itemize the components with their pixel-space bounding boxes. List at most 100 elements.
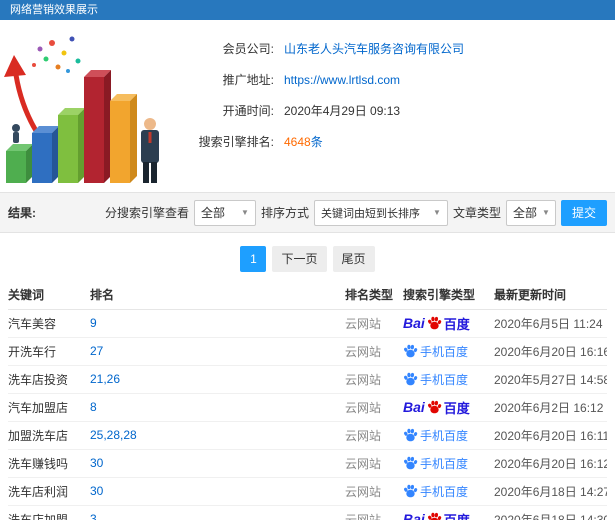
rank-cell: 27 [90,337,345,366]
rank-count-value: 4648条 [284,133,323,150]
table-header-row: 关键词 排名 排名类型 搜索引擎类型 最新更新时间 [8,281,607,310]
keyword-cell: 汽车加盟店 [8,393,90,422]
table-row: 汽车美容 9 云网站 Bai 百度 2020年6月5日 11:24 [8,309,607,338]
mobile-baidu-logo: 手机百度 [403,343,468,360]
rank-type-cell: 云网站 [345,505,403,520]
keyword-cell: 洗车店投资 [8,365,90,394]
filter-group: 分搜索引擎查看 全部 ▼ 排序方式 关键词由短到长排序 ▼ 文章类型 全部 ▼ … [104,199,607,226]
sort-select[interactable]: 关键词由短到长排序 ▼ [313,199,448,226]
rank-type-cell: 云网站 [345,393,403,422]
info-rows: 会员公司: 山东老人头汽车服务咨询有限公司 推广地址: https://www.… [178,24,615,164]
table-row: 洗车店投资 21,26 云网站 Bai 百度 [8,365,607,394]
keyword-cell: 加盟洗车店 [8,421,90,450]
company-link[interactable]: 山东老人头汽车服务咨询有限公司 [284,40,464,57]
table-row: 洗车赚钱吗 30 云网站 Bai 百度 [8,449,607,478]
company-label: 会员公司: [222,42,274,56]
mobile-baidu-paw-icon [404,344,418,358]
mobile-baidu-paw-icon [404,456,418,470]
rank-cell: 30 [90,477,345,506]
info-row-open-time: 开通时间: 2020年4月29日 09:13 [178,102,615,119]
engine-cell: Bai 百度 手机百度 [403,393,494,422]
results-table: 关键词 排名 排名类型 搜索引擎类型 最新更新时间 汽车美容 9 云网站 Bai [8,281,607,520]
rank-cell: 21,26 [90,365,345,394]
keyword-cell: 洗车店加盟 [8,505,90,520]
updated-cell: 2020年6月20日 16:11 [494,421,607,450]
submit-button[interactable]: 提交 [560,199,607,226]
updated-cell: 2020年6月18日 14:27 [494,477,607,506]
updated-cell: 2020年6月2日 16:12 [494,393,607,422]
table-row: 汽车加盟店 8 云网站 Bai 百度 2020年6月2日 16:12 [8,393,607,422]
mobile-baidu-paw-icon [404,372,418,386]
page-title: 网络营销效果展示 [10,4,98,16]
baidu-paw-icon [427,400,441,414]
mobile-baidu-logo: 手机百度 [403,455,468,472]
baidu-paw-icon [427,512,441,520]
engine-filter-value: 全部 [200,206,225,220]
engine-cell: Bai 百度 手机百度 [403,337,494,366]
updated-cell: 2020年6月20日 16:12 [494,449,607,478]
header-rank: 排名 [90,281,345,310]
sort-label: 排序方式 [260,206,309,220]
article-type-value: 全部 [512,206,537,220]
mobile-baidu-logo: 手机百度 [403,483,468,500]
rank-count-unit: 条 [310,135,323,149]
promo-url-link[interactable]: https://www.lrtlsd.com [284,73,400,87]
bar-chart-illustration-svg [4,36,159,183]
rank-count-label: 搜索引擎排名: [198,135,274,149]
rank-type-cell: 云网站 [345,477,403,506]
keyword-cell: 洗车赚钱吗 [8,449,90,478]
rank-count-number: 4648 [284,135,311,149]
baidu-logo: Bai 百度 [403,510,470,520]
baidu-paw-icon [427,316,441,330]
chevron-down-icon: ▼ [241,208,249,217]
mobile-baidu-paw-icon [404,428,418,442]
keyword-cell: 洗车店利润 [8,477,90,506]
results-table-wrap: 关键词 排名 排名类型 搜索引擎类型 最新更新时间 汽车美容 9 云网站 Bai [0,281,615,520]
bar-chart-illustration [0,24,178,188]
engine-cell: Bai 百度 手机百度 [403,505,494,520]
keyword-cell: 汽车美容 [8,309,90,338]
open-time-value: 2020年4月29日 09:13 [284,104,401,118]
header-updated: 最新更新时间 [494,281,607,310]
rank-cell: 9 [90,309,345,338]
baidu-logo: Bai 百度 [403,399,470,416]
rank-type-cell: 云网站 [345,421,403,450]
updated-cell: 2020年5月27日 14:58 [494,365,607,394]
rank-cell: 25,28,28 [90,421,345,450]
header-rank-type: 排名类型 [345,281,403,310]
next-page-button[interactable]: 下一页 [272,246,327,272]
article-type-select[interactable]: 全部 ▼ [505,199,556,226]
last-page-button[interactable]: 尾页 [332,246,375,272]
table-row: 加盟洗车店 25,28,28 云网站 Bai 百度 [8,421,607,450]
table-row: 洗车店利润 30 云网站 Bai 百度 [8,477,607,506]
info-row-url: 推广地址: https://www.lrtlsd.com [178,71,615,88]
rank-type-cell: 云网站 [345,365,403,394]
table-row: 洗车店加盟 3 云网站 Bai 百度 2020年6月18日 14:30 [8,505,607,520]
page-1-button[interactable]: 1 [240,246,267,272]
article-type-label: 文章类型 [452,206,501,220]
chevron-down-icon: ▼ [542,208,550,217]
info-row-rank-count: 搜索引擎排名: 4648条 [178,133,615,150]
promo-url-label: 推广地址: [222,73,274,87]
info-row-company: 会员公司: 山东老人头汽车服务咨询有限公司 [178,40,615,57]
table-row: 开洗车行 27 云网站 Bai 百度 [8,337,607,366]
engine-cell: Bai 百度 手机百度 [403,449,494,478]
engine-filter-label: 分搜索引擎查看 [104,206,189,220]
mobile-baidu-paw-icon [404,484,418,498]
chevron-down-icon: ▼ [433,208,441,217]
engine-cell: Bai 百度 手机百度 [403,421,494,450]
mobile-baidu-logo: 手机百度 [403,371,468,388]
rank-type-cell: 云网站 [345,449,403,478]
engine-filter-select[interactable]: 全部 ▼ [193,199,256,226]
engine-cell: Bai 百度 手机百度 [403,365,494,394]
keyword-cell: 开洗车行 [8,337,90,366]
sort-value: 关键词由短到长排序 [320,207,420,220]
results-label: 结果: [8,206,36,220]
rank-cell: 30 [90,449,345,478]
filter-bar: 结果: 分搜索引擎查看 全部 ▼ 排序方式 关键词由短到长排序 ▼ 文章类型 全… [0,192,615,233]
pagination: 1 下一页 尾页 [0,233,615,281]
account-info-section: 会员公司: 山东老人头汽车服务咨询有限公司 推广地址: https://www.… [0,20,615,188]
mobile-baidu-logo: 手机百度 [403,427,468,444]
engine-cell: Bai 百度 手机百度 [403,477,494,506]
updated-cell: 2020年6月5日 11:24 [494,309,607,338]
